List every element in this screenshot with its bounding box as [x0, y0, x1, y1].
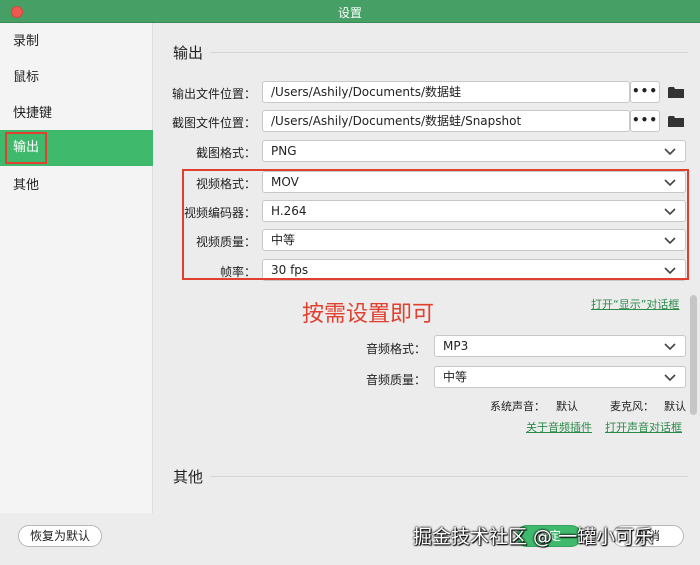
- screenshot-format-value: PNG: [271, 144, 297, 158]
- sidebar-item-shortcuts[interactable]: 快捷键: [0, 96, 153, 132]
- audio-format-value: MP3: [443, 339, 469, 353]
- output-file-location-field[interactable]: /Users/Ashily/Documents/数据蛙: [262, 81, 630, 103]
- folder-icon[interactable]: [668, 86, 684, 99]
- about-audio-plugin-link[interactable]: 关于音频插件: [526, 419, 592, 435]
- system-sound-label: 系统声音：: [490, 400, 545, 413]
- sidebar-item-output[interactable]: 输出: [0, 130, 153, 166]
- screenshot-format-select[interactable]: PNG: [262, 140, 686, 162]
- sidebar-item-other[interactable]: 其他: [0, 168, 153, 204]
- settings-sidebar: 录制 鼠标 快捷键 输出 其他: [0, 23, 153, 513]
- microphone-label: 麦克风：: [610, 400, 654, 413]
- restore-defaults-button[interactable]: 恢复为默认: [18, 525, 102, 547]
- title-bar: 设置: [0, 0, 700, 23]
- browse-screenshot-button[interactable]: •••: [630, 110, 660, 132]
- chevron-down-icon: [664, 374, 676, 382]
- audio-quality-select[interactable]: 中等: [434, 366, 686, 388]
- system-sound-value: 默认: [556, 400, 578, 413]
- chevron-down-icon: [664, 343, 676, 351]
- section-divider: [210, 476, 688, 477]
- screenshot-location-field[interactable]: /Users/Ashily/Documents/数据蛙/Snapshot: [262, 110, 630, 132]
- annotation-highlight-box: [182, 169, 689, 280]
- other-section-heading: 其他: [173, 468, 204, 486]
- browse-output-button[interactable]: •••: [630, 81, 660, 103]
- sidebar-item-record[interactable]: 录制: [0, 24, 153, 60]
- audio-format-select[interactable]: MP3: [434, 335, 686, 357]
- annotation-highlight-box: [5, 132, 47, 164]
- scrollbar-thumb[interactable]: [690, 295, 697, 415]
- section-divider: [210, 52, 688, 53]
- audio-quality-label: 音频质量：: [365, 373, 426, 387]
- microphone-value: 默认: [664, 400, 686, 413]
- annotation-text: 按需设置即可: [302, 302, 435, 327]
- open-display-dialog-link[interactable]: 打开“显示”对话框: [591, 296, 679, 312]
- watermark-text: 掘金技术社区 @ 一罐小可乐: [413, 526, 654, 548]
- output-file-location-label: 输出文件位置：: [171, 87, 256, 101]
- chevron-down-icon: [664, 148, 676, 156]
- window-title: 设置: [337, 6, 362, 20]
- folder-icon[interactable]: [668, 115, 684, 128]
- open-sound-dialog-link[interactable]: 打开声音对话框: [605, 419, 682, 435]
- audio-format-label: 音频格式：: [365, 342, 426, 356]
- screenshot-location-label: 截图文件位置：: [171, 116, 256, 130]
- screenshot-format-label: 截图格式：: [195, 146, 256, 160]
- output-section-heading: 输出: [173, 44, 204, 62]
- audio-quality-value: 中等: [443, 370, 468, 384]
- sidebar-item-mouse[interactable]: 鼠标: [0, 60, 153, 96]
